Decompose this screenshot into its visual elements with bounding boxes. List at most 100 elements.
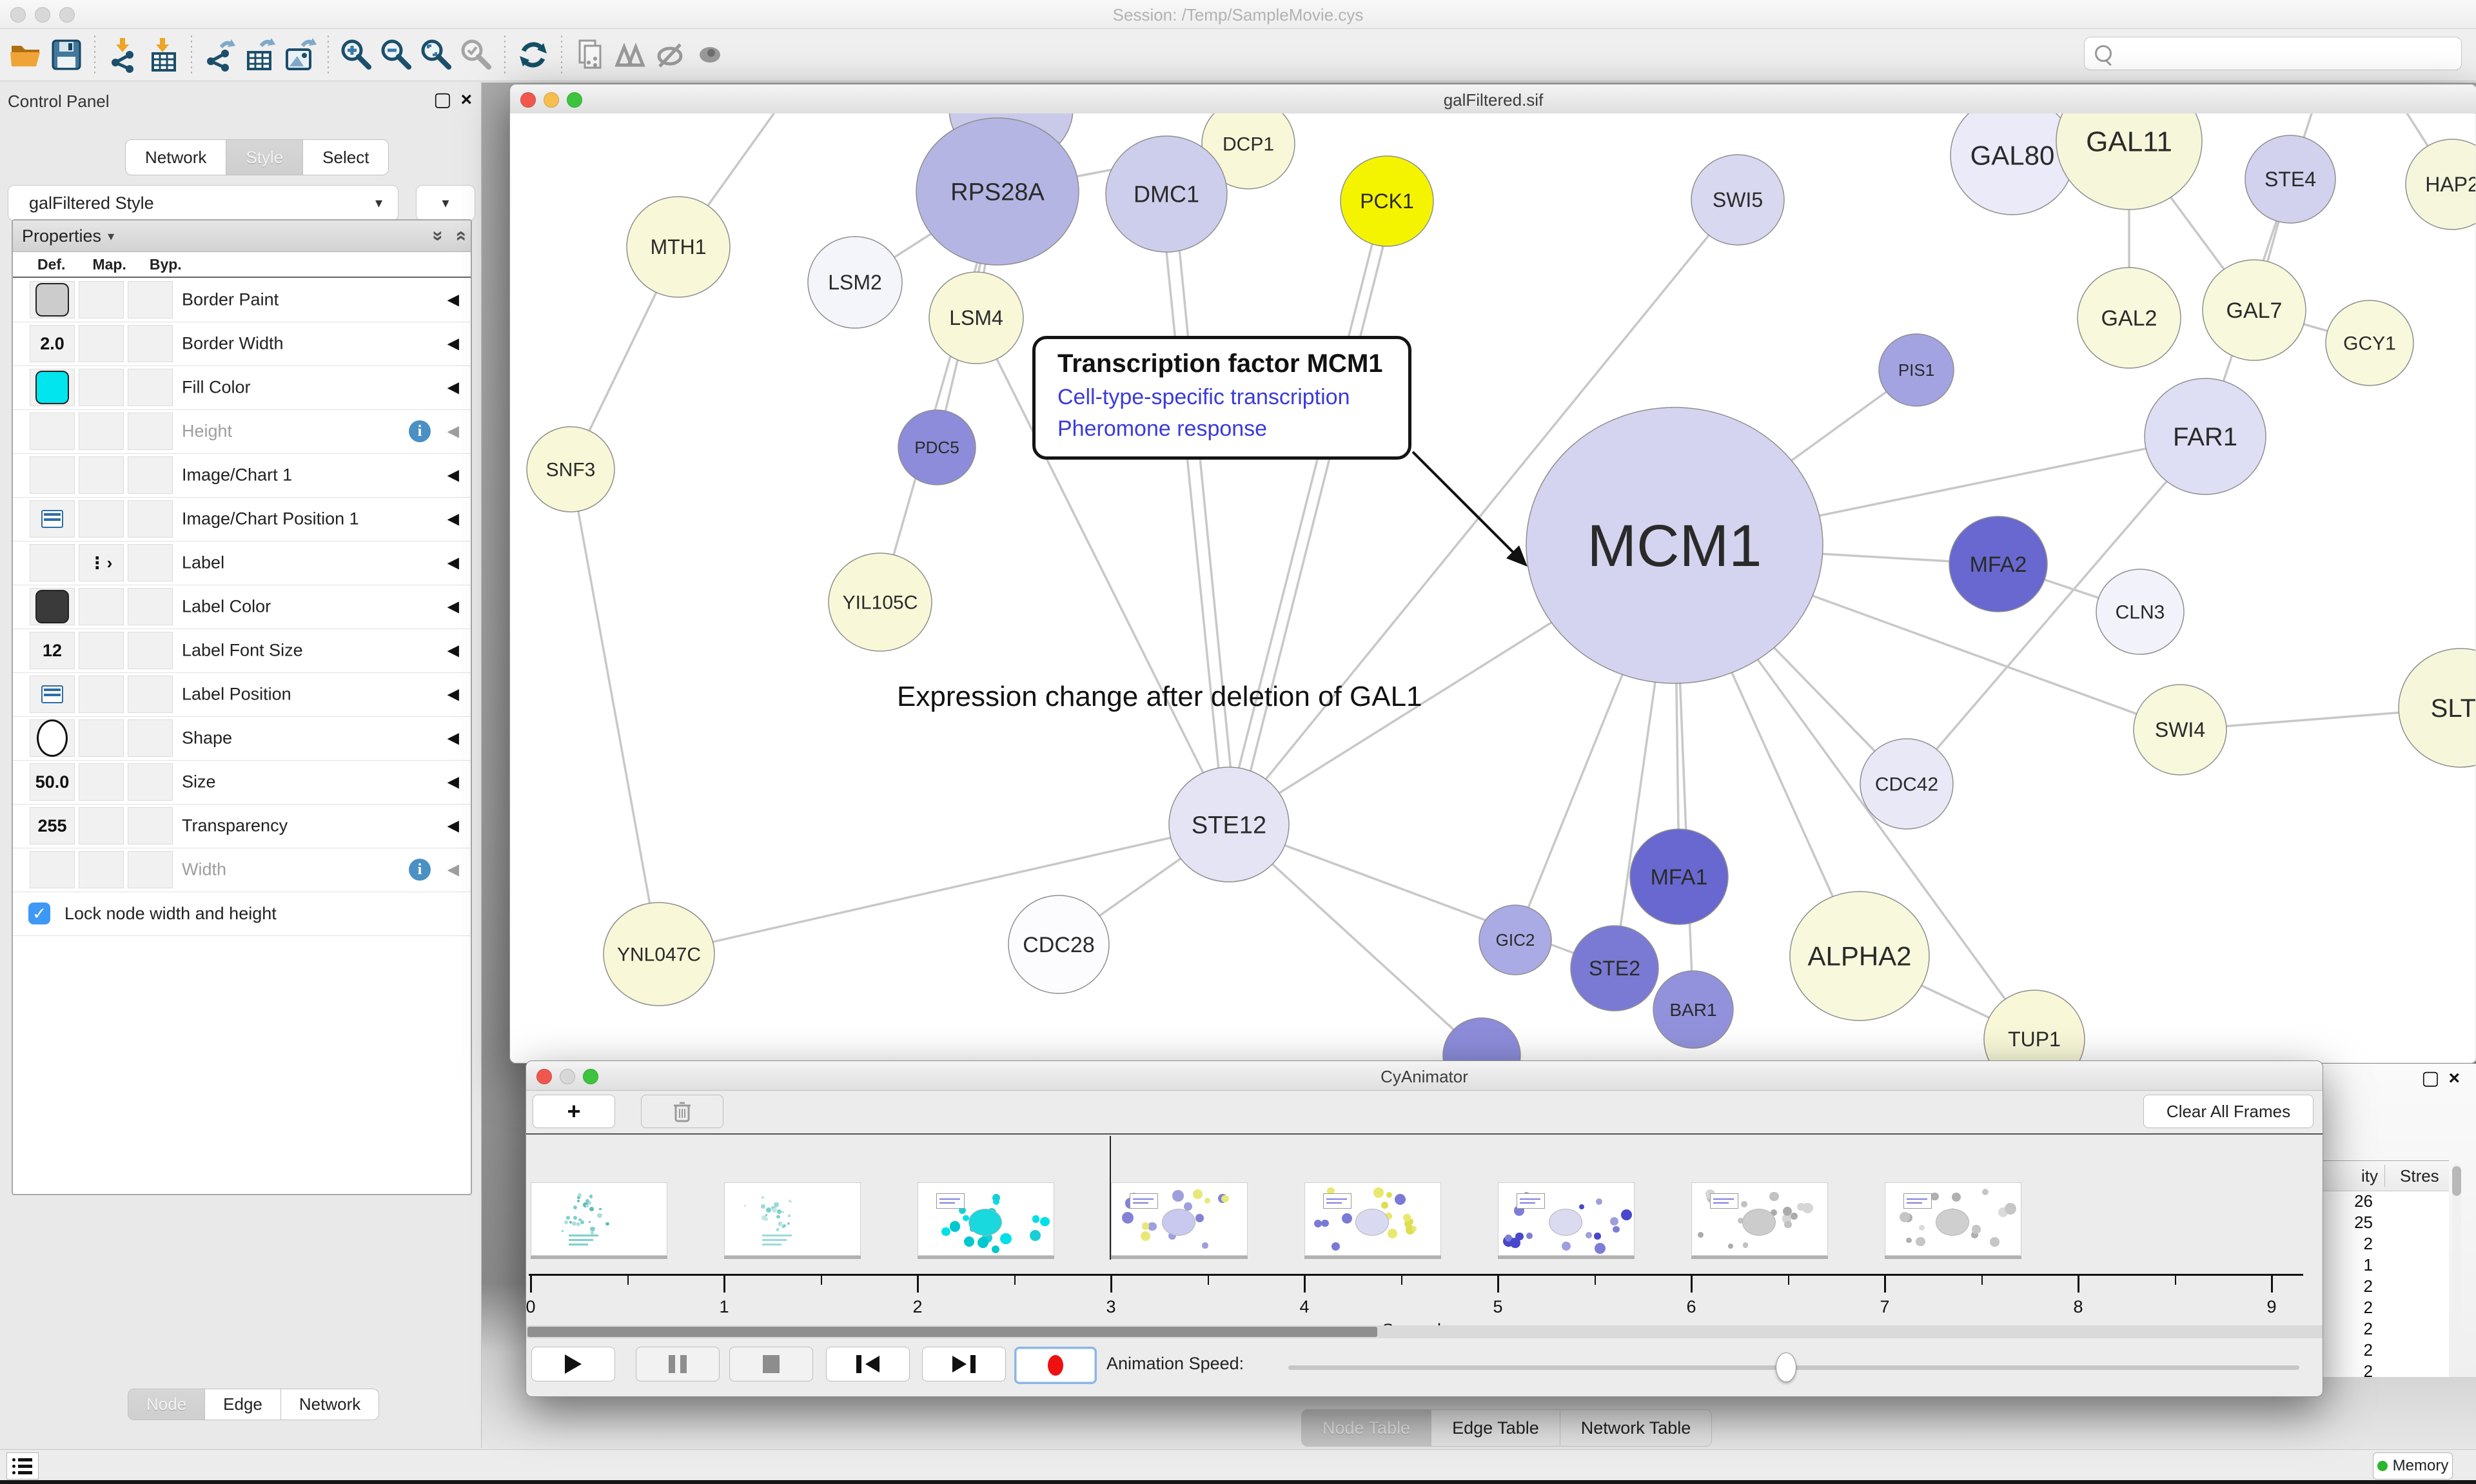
float-panel-icon[interactable]: ▢ [433,89,451,111]
zoom-fit-button[interactable] [417,34,457,76]
lock-size-checkbox[interactable]: ✓ [28,903,50,924]
record-button[interactable] [1014,1347,1097,1384]
style-options-button[interactable]: ▾ [416,185,475,221]
tab-network[interactable]: Network [125,139,226,175]
node-hap2[interactable]: HAP2 [2406,139,2475,229]
delete-frame-button[interactable] [641,1095,723,1128]
property-row-image-chart-position-1[interactable]: Image/Chart Position 1◀ [13,497,471,542]
node-slt2[interactable]: SLT2 [2399,649,2475,767]
table-row[interactable]: 2 [2323,1362,2449,1383]
node-lsm4[interactable]: LSM4 [929,272,1023,364]
save-session-button[interactable] [46,34,86,76]
mapping-cell[interactable] [79,500,124,538]
expand-row-icon[interactable]: ◀ [447,817,459,835]
bypass-cell[interactable] [128,544,173,581]
keyframe-thumbnail-4[interactable] [1304,1182,1441,1256]
default-value-cell[interactable] [30,719,75,757]
property-row-label-color[interactable]: Label Color◀ [13,585,471,629]
bypass-cell[interactable] [128,632,173,669]
node-swi5[interactable]: SWI5 [1691,155,1784,245]
node-ste2[interactable]: STE2 [1571,926,1658,1011]
float-panel-icon[interactable]: ▢ [2421,1068,2439,1089]
cyanimator-titlebar[interactable]: CyAnimator [526,1061,2323,1091]
node-yil105c[interactable]: YIL105C [829,553,932,651]
table-row[interactable]: 1 [2323,1255,2449,1276]
expand-row-icon[interactable]: ◀ [447,641,459,660]
default-value-cell[interactable]: 50.0 [30,763,75,801]
add-frame-button[interactable]: + [533,1095,615,1128]
column-header[interactable]: Stres [2400,1166,2439,1186]
node-lsm2[interactable]: LSM2 [808,237,902,328]
bypass-cell[interactable] [128,325,173,362]
node-swi4[interactable]: SWI4 [2134,685,2226,775]
node-gal7[interactable]: GAL7 [2203,260,2306,360]
default-value-cell[interactable]: 255 [30,807,75,845]
default-value-cell[interactable] [30,281,75,318]
memory-button[interactable]: Memory [2373,1452,2453,1479]
search-input[interactable] [2118,40,2461,67]
node-mcm1[interactable]: MCM1 [1526,407,1823,683]
expand-row-icon[interactable]: ◀ [447,466,459,485]
mapping-cell[interactable] [79,413,124,450]
default-value-cell[interactable] [30,851,75,888]
show-button[interactable] [690,34,730,76]
node-cdc28[interactable]: CDC28 [1008,895,1109,993]
keyframe-thumbnail-2[interactable] [918,1182,1054,1256]
default-value-cell[interactable]: 12 [30,632,75,669]
node-node_bot[interactable] [1443,1018,1520,1062]
properties-header[interactable]: Properties ▾ »» [13,220,471,252]
property-row-border-paint[interactable]: Border Paint◀ [13,278,471,322]
bypass-cell[interactable] [128,676,173,713]
node-far1[interactable]: FAR1 [2145,378,2266,494]
bypass-cell[interactable] [128,719,173,757]
network-window-titlebar[interactable]: galFiltered.sif [510,84,2476,114]
close-panel-icon[interactable]: × [2448,1068,2460,1089]
node-tup1[interactable]: TUP1 [1984,990,2085,1062]
property-row-label[interactable]: ⋮›Label◀ [13,541,471,585]
edge[interactable] [1226,204,1382,819]
default-value-cell[interactable] [30,369,75,406]
expand-all-icon[interactable]: » [427,231,449,242]
annotation-link[interactable]: Pheromone response [1057,416,1408,442]
node-gal11[interactable]: GAL11 [2056,113,2202,210]
timeline[interactable]: 0123456789 Seconds [526,1135,2323,1325]
edge[interactable] [1174,196,1235,817]
node-cdc42[interactable]: CDC42 [1860,739,1953,829]
node-gic2[interactable]: GIC2 [1479,905,1551,975]
export-image-button[interactable] [280,34,320,76]
bypass-cell[interactable] [128,456,173,494]
edge[interactable] [571,469,659,954]
mapping-cell[interactable] [79,763,124,801]
node-gal2[interactable]: GAL2 [2078,268,2181,368]
tab-node[interactable]: Node [128,1389,205,1420]
mapping-cell[interactable] [79,369,124,406]
expand-row-icon[interactable]: ◀ [447,861,459,879]
property-row-image-chart-1[interactable]: Image/Chart 1◀ [13,453,471,498]
table-row[interactable]: 2 [2323,1340,2449,1362]
bypass-cell[interactable] [128,763,173,801]
clear-all-frames-button[interactable]: Clear All Frames [2143,1095,2314,1128]
table-row[interactable]: 2 [2323,1298,2449,1319]
find-button[interactable] [610,34,650,76]
keyframe-thumbnail-5[interactable] [1498,1182,1635,1256]
bypass-cell[interactable] [128,281,173,318]
edge[interactable] [1229,825,1615,968]
play-button[interactable] [531,1347,615,1381]
column-header[interactable]: ity [2361,1166,2378,1186]
info-icon[interactable]: i [409,420,431,442]
info-icon[interactable]: i [409,859,431,881]
slider-handle[interactable] [1776,1352,1796,1382]
expand-row-icon[interactable]: ◀ [447,335,459,353]
node-mfa1[interactable]: MFA1 [1630,829,1728,924]
export-table-button[interactable] [240,34,280,76]
bypass-cell[interactable] [128,588,173,625]
annotation-link[interactable]: Cell-type-specific transcription [1057,385,1408,410]
mapping-cell[interactable] [79,676,124,713]
node-bar1[interactable]: BAR1 [1653,971,1733,1048]
table-row[interactable]: 2 [2323,1234,2449,1255]
zoom-in-button[interactable] [337,34,377,76]
property-row-transparency[interactable]: 255Transparency◀ [13,804,471,848]
edge[interactable] [1161,200,1224,821]
keyframe-thumbnail-3[interactable] [1111,1182,1248,1256]
node-rps28a[interactable]: RPS28A [916,118,1079,265]
